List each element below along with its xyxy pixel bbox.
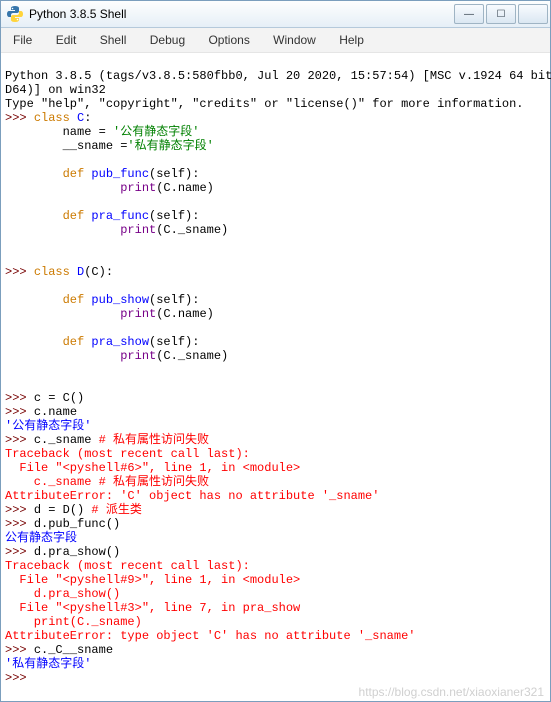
keyword-class: class — [34, 265, 70, 279]
code-line: d.pra_show() — [34, 545, 120, 559]
banner-line: Python 3.8.5 (tags/v3.8.5:580fbb0, Jul 2… — [5, 69, 551, 83]
menu-window[interactable]: Window — [263, 31, 326, 49]
builtin-print: print — [120, 181, 156, 195]
attribute-error: AttributeError: 'C' object has no attrib… — [5, 489, 379, 503]
keyword-def: def — [63, 167, 85, 181]
func-name: pra_func — [91, 209, 149, 223]
traceback-line: File "<pyshell#9>", line 1, in <module> — [5, 573, 300, 587]
window-title: Python 3.8.5 Shell — [29, 7, 452, 21]
base: (C) — [84, 265, 106, 279]
menu-shell[interactable]: Shell — [90, 31, 137, 49]
code-line: c = C() — [34, 391, 84, 405]
menu-help[interactable]: Help — [329, 31, 374, 49]
code-line: __sname = — [5, 139, 127, 153]
code-line: d = D() — [34, 503, 92, 517]
menu-options[interactable]: Options — [198, 31, 259, 49]
console-area[interactable]: Python 3.8.5 (tags/v3.8.5:580fbb0, Jul 2… — [1, 53, 550, 701]
code-line: c._sname — [34, 433, 99, 447]
minimize-button[interactable]: — — [454, 4, 484, 24]
traceback-head: Traceback (most recent call last): — [5, 447, 250, 461]
traceback-line: File "<pyshell#3>", line 7, in pra_show — [5, 601, 300, 615]
prompt: >>> — [5, 517, 34, 531]
window-controls: — ☐ — [452, 4, 548, 24]
code-line: d.pub_func() — [34, 517, 120, 531]
params: (self): — [149, 293, 199, 307]
titlebar: Python 3.8.5 Shell — ☐ — [1, 1, 550, 28]
prompt: >>> — [5, 433, 34, 447]
traceback-line: d.pra_show() — [5, 587, 120, 601]
attribute-error: AttributeError: type object 'C' has no a… — [5, 629, 415, 643]
banner-line: D64)] on win32 — [5, 83, 106, 97]
params: (self): — [149, 335, 199, 349]
args: (C._sname) — [156, 223, 228, 237]
func-name: pub_show — [91, 293, 149, 307]
menu-edit[interactable]: Edit — [46, 31, 87, 49]
keyword-class: class — [34, 111, 70, 125]
output: '私有静态字段' — [5, 657, 91, 671]
prompt: >>> — [5, 265, 34, 279]
output: '公有静态字段' — [5, 419, 91, 433]
prompt: >>> — [5, 503, 34, 517]
colon: : — [84, 111, 91, 125]
prompt: >>> — [5, 545, 34, 559]
params: (self): — [149, 209, 199, 223]
prompt: >>> — [5, 405, 34, 419]
output: 公有静态字段 — [5, 531, 77, 545]
idle-window: Python 3.8.5 Shell — ☐ File Edit Shell D… — [0, 0, 551, 702]
traceback-line: print(C._sname) — [5, 615, 142, 629]
comment: # 私有属性访问失败 — [99, 433, 209, 447]
traceback-line: File "<pyshell#6>", line 1, in <module> — [5, 461, 300, 475]
keyword-def: def — [63, 293, 85, 307]
builtin-print: print — [120, 349, 156, 363]
keyword-def: def — [63, 335, 85, 349]
args: (C._sname) — [156, 349, 228, 363]
traceback-head: Traceback (most recent call last): — [5, 559, 250, 573]
builtin-print: print — [120, 307, 156, 321]
prompt: >>> — [5, 391, 34, 405]
args: (C.name) — [156, 307, 214, 321]
prompt: >>> — [5, 111, 34, 125]
prompt: >>> — [5, 643, 34, 657]
func-name: pub_func — [91, 167, 149, 181]
menubar: File Edit Shell Debug Options Window Hel… — [1, 28, 550, 53]
keyword-def: def — [63, 209, 85, 223]
string: '私有静态字段' — [127, 139, 213, 153]
watermark: https://blog.csdn.net/xiaoxianer321 — [359, 685, 544, 699]
banner-line: Type "help", "copyright", "credits" or "… — [5, 97, 523, 111]
colon: : — [106, 265, 113, 279]
maximize-button[interactable]: ☐ — [486, 4, 516, 24]
code-line: name = — [5, 125, 113, 139]
code-line: c._C__sname — [34, 643, 113, 657]
comment: # 派生类 — [91, 503, 141, 517]
menu-file[interactable]: File — [3, 31, 42, 49]
string: '公有静态字段' — [113, 125, 199, 139]
prompt: >>> — [5, 671, 34, 685]
close-button[interactable] — [518, 4, 548, 24]
params: (self): — [149, 167, 199, 181]
code-line: c.name — [34, 405, 77, 419]
func-name: pra_show — [91, 335, 149, 349]
menu-debug[interactable]: Debug — [140, 31, 195, 49]
builtin-print: print — [120, 223, 156, 237]
args: (C.name) — [156, 181, 214, 195]
traceback-line: c._sname # 私有属性访问失败 — [5, 475, 209, 489]
python-icon — [7, 6, 23, 22]
